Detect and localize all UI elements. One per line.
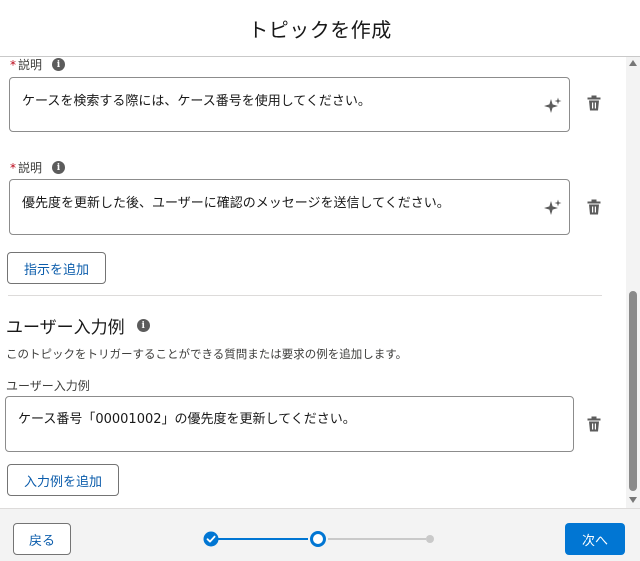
instruction-1-label: * 説明 i	[10, 57, 66, 73]
scrollbar-thumb[interactable]	[629, 291, 637, 491]
info-icon[interactable]: i	[136, 319, 150, 332]
step-2-current	[310, 531, 326, 547]
example-field-label: ユーザー入力例	[6, 379, 90, 393]
scroll-down-arrow-icon[interactable]	[629, 497, 637, 503]
add-example-button[interactable]: 入力例を追加	[7, 464, 119, 496]
instruction-1-label-text: 説明	[18, 58, 43, 72]
instruction-2-label-text: 説明	[18, 161, 43, 175]
progress-indicator	[203, 531, 434, 547]
page-title: トピックを作成	[248, 17, 392, 42]
examples-section-title-text: ユーザー入力例	[6, 318, 125, 338]
example-text: ケース番号「00001002」の優先度を更新してください。	[18, 412, 356, 427]
step-3-incomplete	[426, 535, 434, 543]
examples-section-title: ユーザー入力例 i	[6, 313, 150, 338]
instruction-2-label: * 説明 i	[10, 159, 66, 176]
info-icon[interactable]: i	[52, 58, 66, 71]
info-icon[interactable]: i	[52, 161, 66, 174]
examples-section-description: このトピックをトリガーすることができる質問または要求の例を追加します。	[6, 347, 408, 361]
example-textarea[interactable]: ケース番号「00001002」の優先度を更新してください。	[5, 396, 574, 452]
instruction-2-textarea[interactable]: 優先度を更新した後、ユーザーに確認のメッセージを送信してください。	[9, 179, 570, 235]
trash-icon[interactable]	[587, 416, 601, 432]
scrollbar[interactable]	[626, 57, 640, 508]
section-divider	[8, 295, 602, 296]
add-instruction-button[interactable]: 指示を追加	[7, 252, 106, 284]
sparkle-icon[interactable]	[544, 199, 562, 217]
instruction-1-text: ケースを検索する際には、ケース番号を使用してください。	[22, 94, 371, 109]
instruction-1-textarea[interactable]: ケースを検索する際には、ケース番号を使用してください。	[9, 77, 570, 132]
back-button[interactable]: 戻る	[13, 523, 71, 555]
instruction-2-text: 優先度を更新した後、ユーザーに確認のメッセージを送信してください。	[22, 196, 450, 211]
sparkle-icon[interactable]	[544, 97, 562, 115]
trash-icon[interactable]	[587, 95, 601, 111]
modal-body[interactable]: * 説明 i ケースを検索する際には、ケース番号を使用してください。 * 説明 …	[0, 57, 626, 508]
modal-footer: 戻る 次へ	[0, 508, 640, 561]
modal-header: トピックを作成	[0, 0, 640, 57]
required-marker: *	[10, 160, 16, 175]
next-button[interactable]: 次へ	[565, 523, 625, 555]
step-1-check-icon	[203, 531, 219, 547]
scroll-up-arrow-icon[interactable]	[629, 60, 637, 66]
trash-icon[interactable]	[587, 199, 601, 215]
required-marker: *	[10, 57, 16, 72]
